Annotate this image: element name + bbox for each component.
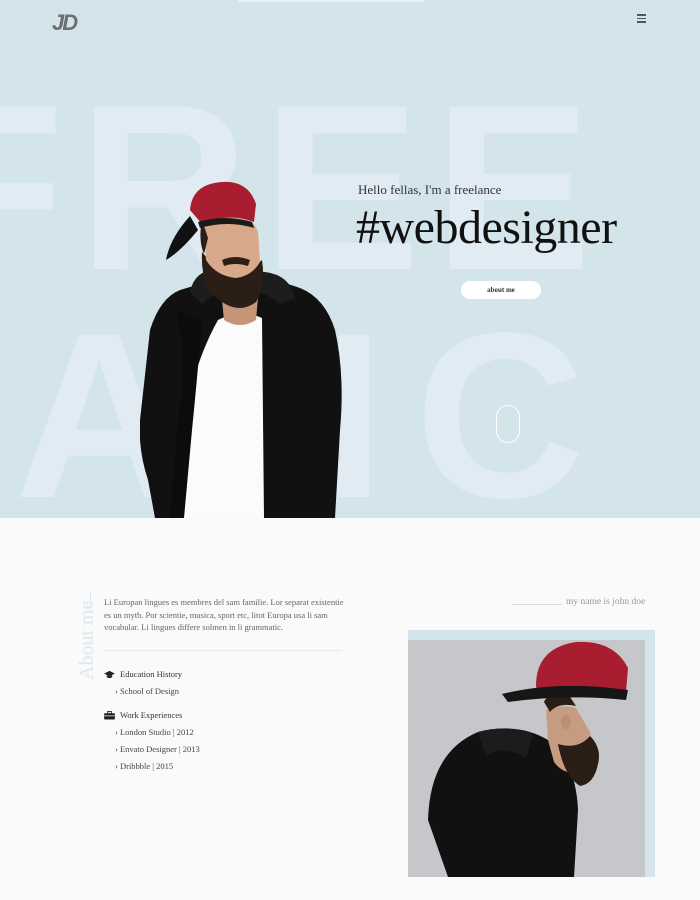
education-item: School of Design (115, 686, 179, 696)
logo[interactable]: JD (52, 10, 78, 36)
greeting-text: Hello fellas, I'm a freelance (358, 182, 502, 197)
hero-section: JD FREE ANC Hello fellas, I'm a freelanc… (0, 0, 700, 518)
name-label: my name is john doe (566, 597, 646, 607)
about-intro: Li Europan lingues es membres del sam fa… (104, 597, 344, 632)
mouse-scroll-icon[interactable] (496, 405, 520, 443)
top-accent-line (238, 0, 424, 2)
headline: #webdesigner (356, 201, 617, 254)
work-title: Work Experiences (104, 710, 182, 720)
hero-portrait (140, 181, 342, 518)
graduation-cap-icon (104, 670, 115, 678)
work-title-label: Work Experiences (120, 710, 183, 720)
work-item: Dribbble | 2015 (115, 761, 173, 771)
divider (104, 650, 342, 651)
name-accent-line (512, 604, 562, 605)
about-vertical-title: About me (76, 600, 98, 680)
about-me-button[interactable]: about me (461, 281, 541, 299)
education-title-label: Education History (120, 669, 183, 679)
hamburger-icon[interactable] (637, 14, 646, 23)
briefcase-icon (104, 710, 115, 720)
work-item: Envato Designer | 2013 (115, 744, 200, 754)
education-title: Education History (104, 669, 182, 679)
work-item: London Studio | 2012 (115, 727, 194, 737)
profile-photo (408, 640, 645, 877)
